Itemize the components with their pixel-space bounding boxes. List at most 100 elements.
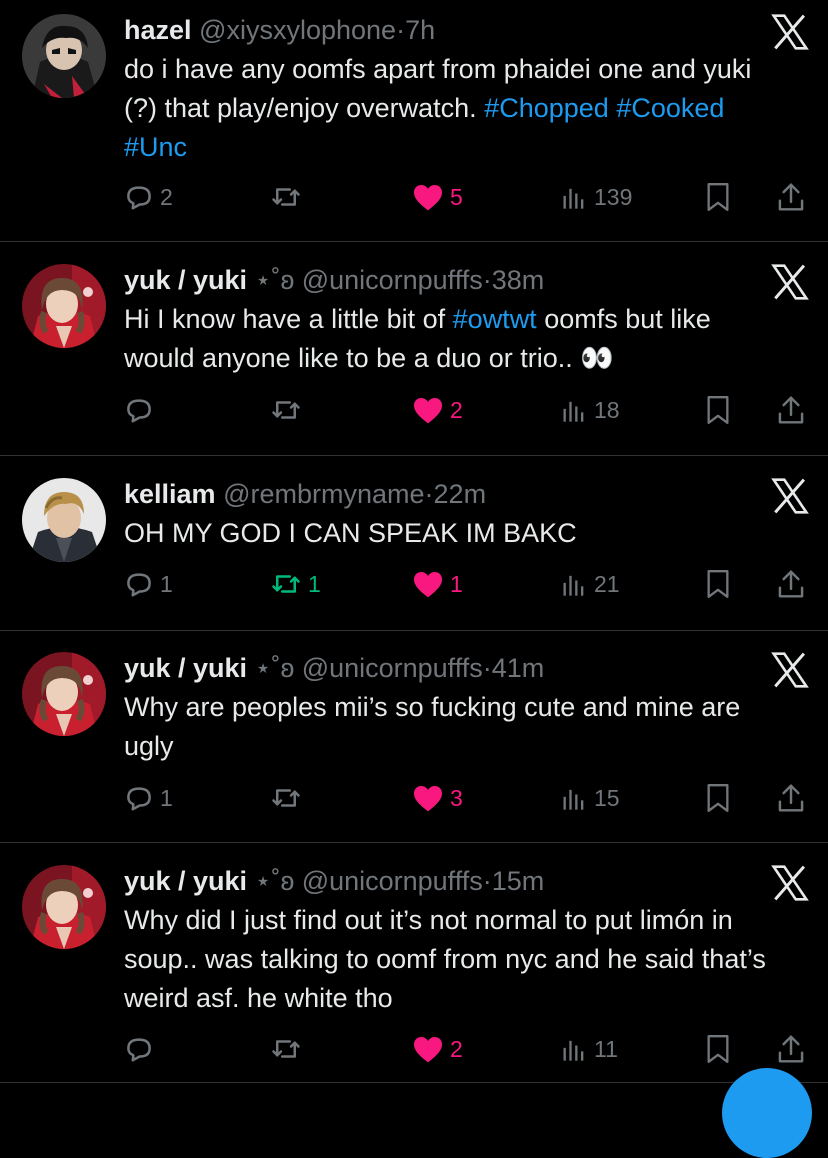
like-button[interactable]: 2 <box>412 390 463 430</box>
share-icon <box>776 1033 806 1065</box>
views-icon <box>560 783 588 813</box>
compose-button[interactable] <box>722 1068 812 1158</box>
timestamp[interactable]: 15m <box>492 866 545 896</box>
reply-icon <box>124 1034 154 1064</box>
tweet-header: hazel @xiysxylophone·7h <box>124 12 435 48</box>
like-button[interactable]: 2 <box>412 1029 463 1069</box>
hashtag-link[interactable]: #Unc <box>124 132 187 162</box>
repost-icon <box>270 395 302 425</box>
bookmark-button[interactable] <box>704 390 732 430</box>
tweet[interactable]: yuk / yuki ⋆˚ʚ @unicornpufffs·38m Hi I k… <box>0 242 828 456</box>
x-logo-icon <box>770 264 810 300</box>
views-button[interactable]: 15 <box>560 778 620 818</box>
display-name[interactable]: yuk / yuki <box>124 653 247 683</box>
avatar[interactable] <box>22 14 106 98</box>
username-handle[interactable]: @unicornpufffs <box>302 265 483 295</box>
bookmark-icon <box>704 782 732 814</box>
hashtag-link[interactable]: #Cooked <box>616 93 724 123</box>
bookmark-button[interactable] <box>704 564 732 604</box>
x-logo-icon <box>770 478 810 514</box>
reply-button[interactable] <box>124 1029 160 1069</box>
bookmark-button[interactable] <box>704 1029 732 1069</box>
reply-button[interactable]: 1 <box>124 778 173 818</box>
share-button[interactable] <box>776 564 806 604</box>
like-button[interactable]: 1 <box>412 564 463 604</box>
reply-icon <box>124 182 154 212</box>
like-count: 5 <box>450 183 463 210</box>
username-handle[interactable]: @rembrmyname <box>223 479 424 509</box>
avatar[interactable] <box>22 652 106 736</box>
timestamp[interactable]: 7h <box>405 15 435 45</box>
avatar[interactable] <box>22 478 106 562</box>
tweet[interactable]: yuk / yuki ⋆˚ʚ @unicornpufffs·41m Why ar… <box>0 631 828 843</box>
tweet-body: Why did I just find out it’s not normal … <box>124 901 774 1018</box>
tweet[interactable]: hazel @xiysxylophone·7h do i have any oo… <box>0 0 828 242</box>
bookmark-icon <box>704 181 732 213</box>
separator-dot: · <box>396 15 406 45</box>
tweet[interactable]: yuk / yuki ⋆˚ʚ @unicornpufffs·15m Why di… <box>0 843 828 1083</box>
bookmark-icon <box>704 1033 732 1065</box>
bookmark-button[interactable] <box>704 177 732 217</box>
username-handle[interactable]: @xiysxylophone <box>199 15 396 45</box>
reply-count: 2 <box>160 183 173 210</box>
tweet-actions: 1 1 1 21 <box>0 564 828 604</box>
tweet-body: do i have any oomfs apart from phaidei o… <box>124 50 774 167</box>
like-button[interactable]: 5 <box>412 177 463 217</box>
tweet-text: Why did I just find out it’s not normal … <box>124 905 766 1013</box>
share-button[interactable] <box>776 390 806 430</box>
share-button[interactable] <box>776 1029 806 1069</box>
display-name[interactable]: kelliam <box>124 479 216 509</box>
repost-icon <box>270 182 302 212</box>
views-button[interactable]: 21 <box>560 564 620 604</box>
repost-button[interactable] <box>270 177 308 217</box>
hashtag-link[interactable]: #owtwt <box>453 304 537 334</box>
timestamp[interactable]: 41m <box>492 653 545 683</box>
share-button[interactable] <box>776 778 806 818</box>
tweet-header: yuk / yuki ⋆˚ʚ @unicornpufffs·41m <box>124 650 544 686</box>
repost-button[interactable] <box>270 778 308 818</box>
avatar[interactable] <box>22 264 106 348</box>
heart-icon <box>412 395 444 425</box>
timestamp[interactable]: 22m <box>434 479 487 509</box>
repost-button[interactable]: 1 <box>270 564 321 604</box>
share-icon <box>776 181 806 213</box>
views-button[interactable]: 18 <box>560 390 620 430</box>
reply-button[interactable] <box>124 390 160 430</box>
reply-button[interactable]: 1 <box>124 564 173 604</box>
share-button[interactable] <box>776 177 806 217</box>
display-name[interactable]: hazel <box>124 15 192 45</box>
repost-icon <box>270 1034 302 1064</box>
repost-icon <box>270 783 302 813</box>
bookmark-icon <box>704 394 732 426</box>
hashtag-link[interactable]: #Chopped <box>484 93 609 123</box>
tweet-body: OH MY GOD I CAN SPEAK IM BAKC <box>124 514 774 553</box>
repost-icon <box>270 569 302 599</box>
username-handle[interactable]: @unicornpufffs <box>302 866 483 896</box>
username-handle[interactable]: @unicornpufffs <box>302 653 483 683</box>
display-name[interactable]: yuk / yuki <box>124 265 247 295</box>
views-button[interactable]: 139 <box>560 177 632 217</box>
display-name[interactable]: yuk / yuki <box>124 866 247 896</box>
separator-dot: · <box>424 479 434 509</box>
like-count: 2 <box>450 396 463 423</box>
reply-count: 1 <box>160 784 173 811</box>
views-button[interactable]: 11 <box>560 1029 618 1069</box>
like-count: 2 <box>450 1035 463 1062</box>
views-icon <box>560 1034 588 1064</box>
avatar[interactable] <box>22 865 106 949</box>
repost-button[interactable] <box>270 1029 308 1069</box>
tweet-actions: 1 3 15 <box>0 778 828 818</box>
tweet[interactable]: kelliam @rembrmyname·22m OH MY GOD I CAN… <box>0 456 828 631</box>
bookmark-button[interactable] <box>704 778 732 818</box>
repost-count: 1 <box>308 570 321 597</box>
like-button[interactable]: 3 <box>412 778 463 818</box>
timestamp[interactable]: 38m <box>492 265 545 295</box>
repost-button[interactable] <box>270 390 308 430</box>
reply-button[interactable]: 2 <box>124 177 173 217</box>
name-decoration: ⋆˚ʚ <box>254 265 295 295</box>
like-count: 1 <box>450 570 463 597</box>
separator-dot: · <box>482 265 492 295</box>
share-icon <box>776 394 806 426</box>
reply-icon <box>124 395 154 425</box>
x-logo-icon <box>770 652 810 688</box>
